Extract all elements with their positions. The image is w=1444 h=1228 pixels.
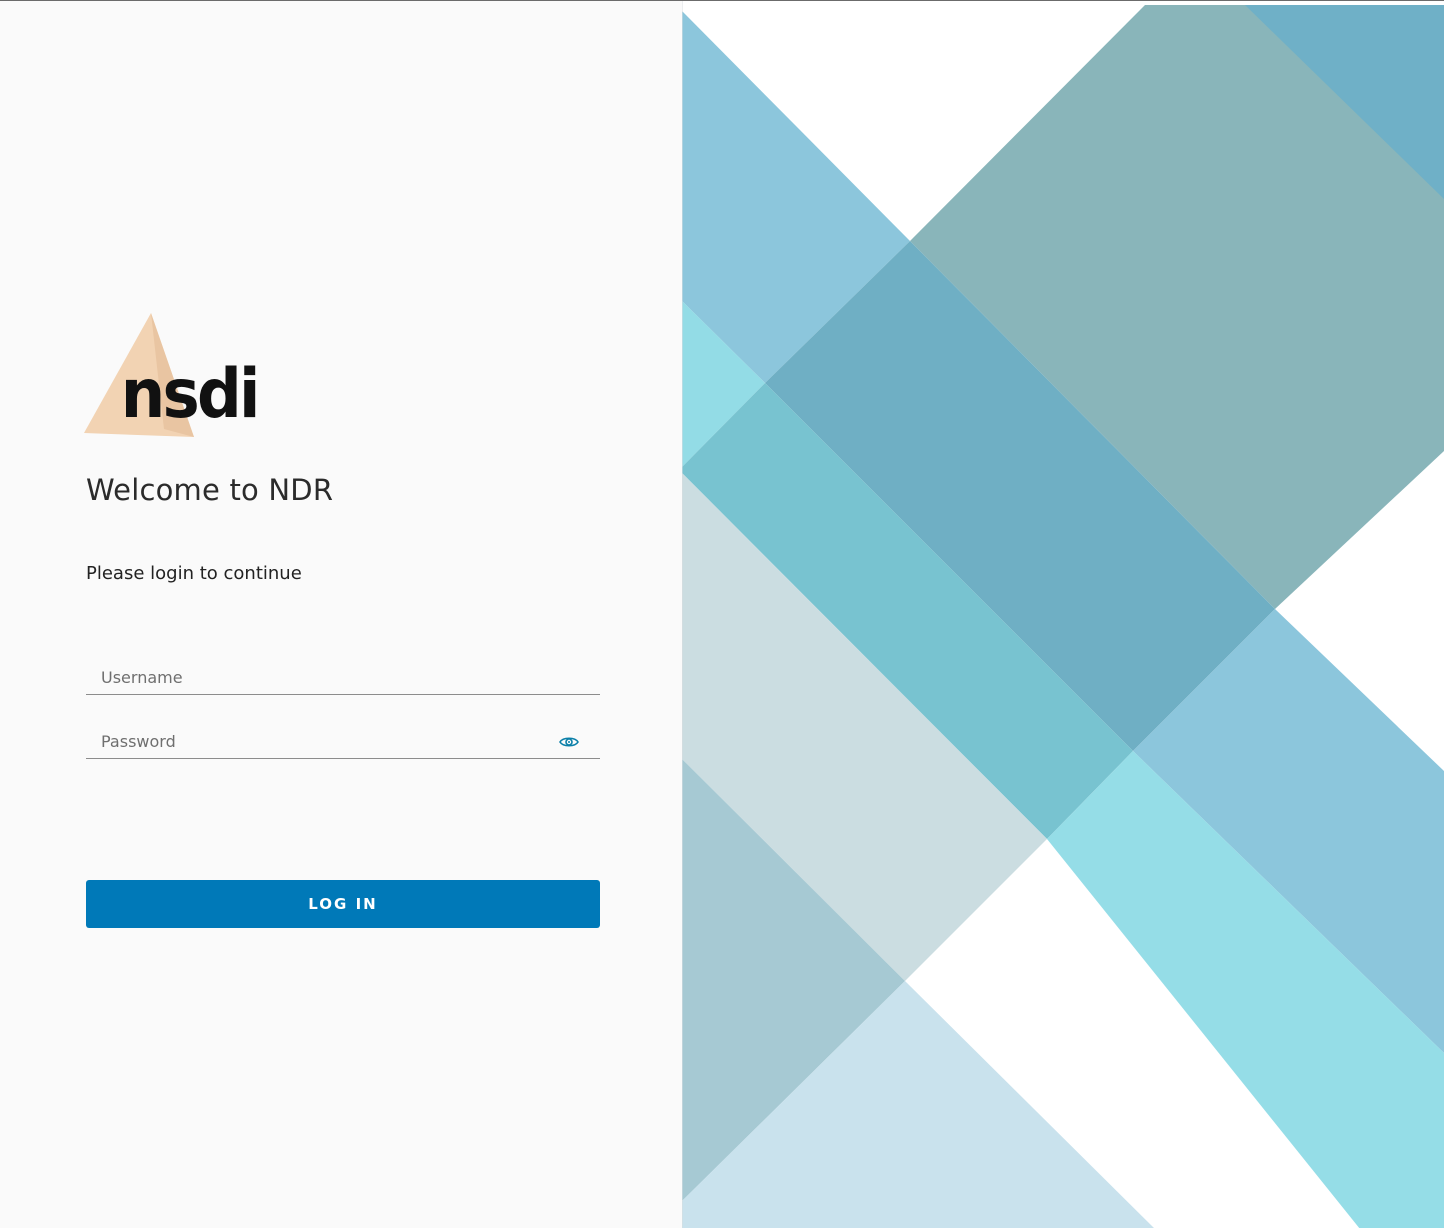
logo-text: nsdi	[121, 355, 258, 434]
geometric-pattern	[682, 1, 1444, 1228]
eye-icon[interactable]	[558, 734, 580, 750]
username-field	[86, 661, 600, 695]
login-subtitle: Please login to continue	[86, 563, 302, 584]
logo-graphic: nsdi	[84, 313, 261, 437]
decorative-background	[682, 1, 1444, 1228]
login-panel: nsdi Welcome to NDR Please login to cont…	[0, 1, 682, 1228]
eye-icon-graphic	[559, 737, 579, 747]
login-page: nsdi Welcome to NDR Please login to cont…	[0, 0, 1444, 1228]
password-input[interactable]	[86, 725, 600, 758]
nsdi-logo: nsdi	[84, 311, 264, 441]
login-button[interactable]: LOG IN	[86, 880, 600, 928]
username-input[interactable]	[86, 661, 600, 694]
password-field	[86, 725, 600, 759]
page-title: Welcome to NDR	[86, 473, 334, 507]
